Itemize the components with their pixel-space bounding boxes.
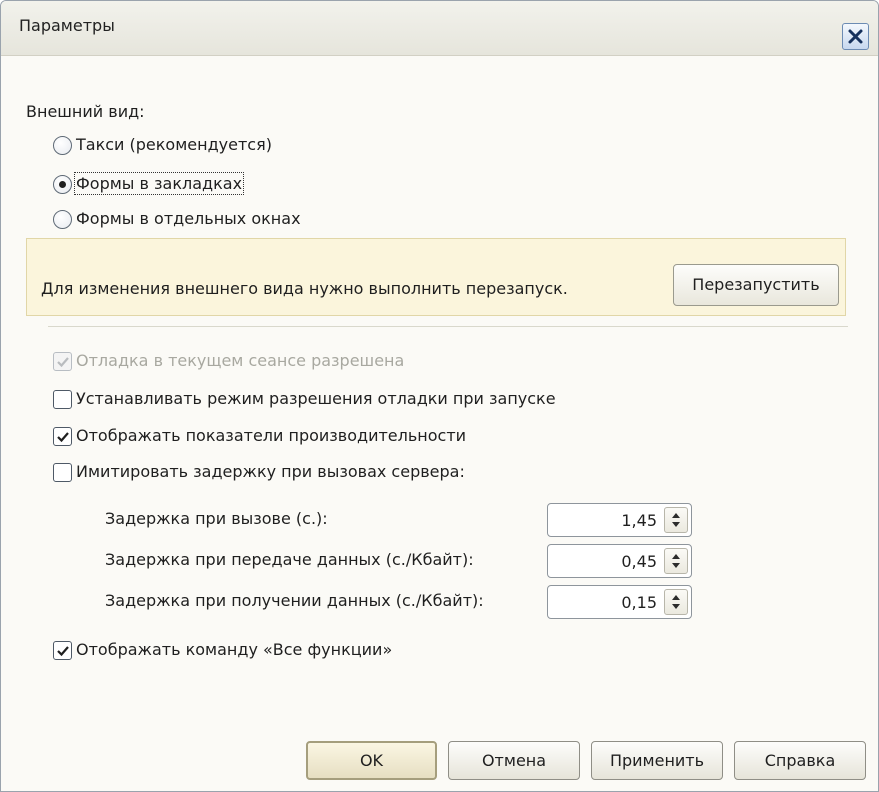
send-delay-spinner[interactable] [664,548,688,574]
spinner-arrows-icon [672,595,680,609]
close-icon [848,29,863,44]
help-button[interactable]: Справка [734,741,866,780]
radio-windows[interactable] [53,210,72,229]
radio-selected-dot [59,181,66,188]
send-delay-label: Задержка при передаче данных (с./Кбайт): [105,550,474,569]
receive-delay-spinner[interactable] [664,589,688,615]
restart-button[interactable]: Перезапустить [673,264,839,306]
apply-button[interactable]: Применить [591,741,723,780]
receive-delay-field[interactable]: 0,15 [547,585,692,619]
appearance-label: Внешний вид: [26,102,145,121]
debug-allowed-label: Отладка в текущем сеансе разрешена [76,351,405,370]
restart-info-panel: Для изменения внешнего вида нужно выполн… [26,238,846,316]
spinner-arrows-icon [672,554,680,568]
call-delay-value: 1,45 [621,511,657,530]
radio-taxi[interactable] [53,136,72,155]
send-delay-value: 0,45 [621,552,657,571]
radio-windows-label[interactable]: Формы в отдельных окнах [76,209,301,228]
radio-taxi-label[interactable]: Такси (рекомендуется) [76,135,272,154]
receive-delay-label: Задержка при получении данных (с./Кбайт)… [105,591,484,610]
call-delay-field[interactable]: 1,45 [547,503,692,537]
set-debug-mode-label[interactable]: Устанавливать режим разрешения отладки п… [76,389,556,408]
show-performance-label[interactable]: Отображать показатели производительности [76,426,466,445]
radio-tabs[interactable] [53,175,72,194]
show-all-functions-label[interactable]: Отображать команду «Все функции» [76,640,392,659]
spinner-arrows-icon [672,513,680,527]
receive-delay-value: 0,15 [621,593,657,612]
simulate-delay-label[interactable]: Имитировать задержку при вызовах сервера… [76,462,465,481]
call-delay-spinner[interactable] [664,507,688,533]
checkmark-icon [57,646,69,657]
checkmark-icon [57,432,69,443]
restart-message: Для изменения внешнего вида нужно выполн… [41,279,568,298]
send-delay-field[interactable]: 0,45 [547,544,692,578]
title-bar: Параметры [1,1,878,56]
checkmark-icon [57,357,69,368]
close-button[interactable] [842,23,869,50]
divider [48,326,848,328]
cancel-button[interactable]: Отмена [448,741,580,780]
simulate-delay-checkbox[interactable] [53,463,72,482]
ok-button[interactable]: OK [306,741,437,780]
radio-tabs-label[interactable]: Формы в закладках [73,172,245,195]
debug-allowed-checkbox [53,352,72,371]
call-delay-label: Задержка при вызове (с.): [105,509,328,528]
parameters-dialog: Параметры Внешний вид: Такси (рекомендуе… [0,0,879,792]
dialog-title: Параметры [19,16,115,35]
show-all-functions-checkbox[interactable] [53,641,72,660]
show-performance-checkbox[interactable] [53,427,72,446]
set-debug-mode-checkbox[interactable] [53,390,72,409]
